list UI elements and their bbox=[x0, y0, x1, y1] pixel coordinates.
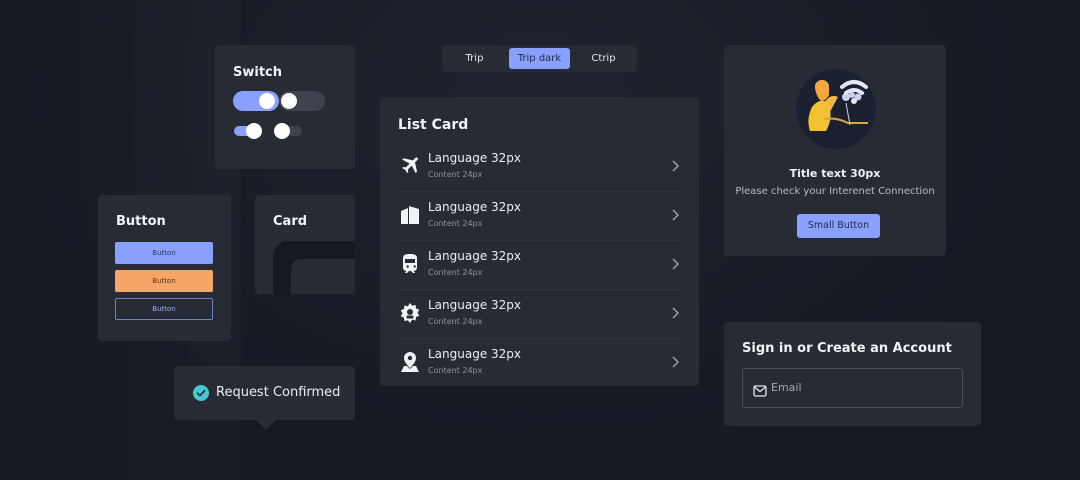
list-card: List Card Language 32px Content 24px Lan… bbox=[380, 97, 699, 386]
button-card: Button Button Button Button bbox=[98, 195, 231, 341]
list-item-title: Language 32px bbox=[428, 200, 522, 214]
list-item-title: Language 32px bbox=[428, 298, 522, 312]
chevron-right-icon bbox=[669, 305, 681, 319]
tab-trip-dark[interactable]: Trip dark bbox=[509, 48, 570, 69]
tab-trip[interactable]: Trip bbox=[446, 48, 503, 69]
outline-button[interactable]: Button bbox=[115, 298, 213, 320]
list-item[interactable]: Language 32px Content 24px bbox=[398, 291, 681, 339]
toast-pointer bbox=[256, 420, 276, 430]
list-item-subtitle: Content 24px bbox=[428, 170, 483, 179]
tab-ctrip[interactable]: Ctrip bbox=[575, 48, 632, 69]
list-item-title: Language 32px bbox=[428, 249, 522, 263]
list-item[interactable]: Language 32px Content 24px bbox=[398, 193, 681, 241]
list-item[interactable]: Language 32px Content 24px bbox=[398, 144, 681, 192]
check-circle-icon bbox=[193, 385, 209, 401]
list-item-subtitle: Content 24px bbox=[428, 268, 483, 277]
segmented-tabs: Trip Trip dark Ctrip bbox=[442, 45, 637, 72]
empty-state-title: Title text 30px bbox=[789, 167, 881, 180]
list-item-subtitle: Content 24px bbox=[428, 366, 483, 375]
switch-card-title: Switch bbox=[233, 65, 283, 80]
chevron-right-icon bbox=[669, 158, 681, 172]
card-demo-title: Card bbox=[273, 214, 308, 229]
switch-card: Switch bbox=[215, 45, 355, 169]
train-icon bbox=[398, 252, 422, 276]
signin-card: Sign in or Create an Account Email bbox=[724, 322, 981, 426]
airplane-icon bbox=[398, 154, 422, 178]
email-placeholder: Email bbox=[771, 381, 802, 394]
toast-label: Request Confirmed bbox=[216, 385, 341, 400]
primary-button[interactable]: Button bbox=[115, 242, 213, 264]
list-item[interactable]: Language 32px Content 24px bbox=[398, 340, 681, 388]
building-icon bbox=[398, 203, 422, 227]
attraction-icon bbox=[398, 301, 422, 325]
empty-state-card: Title text 30px Please check your Intere… bbox=[724, 45, 946, 256]
email-field[interactable]: Email bbox=[742, 368, 963, 408]
signin-title: Sign in or Create an Account bbox=[742, 341, 952, 356]
list-item-title: Language 32px bbox=[428, 347, 522, 361]
mail-icon bbox=[753, 382, 767, 397]
card-demo-inner-shape bbox=[291, 259, 355, 294]
toast-notification: Request Confirmed bbox=[174, 366, 355, 430]
card-demo: Card bbox=[255, 195, 355, 294]
list-item-subtitle: Content 24px bbox=[428, 219, 483, 228]
chevron-right-icon bbox=[669, 207, 681, 221]
button-card-title: Button bbox=[116, 214, 166, 229]
toggle-small-off[interactable] bbox=[274, 123, 302, 139]
toggle-large-on[interactable] bbox=[233, 91, 279, 111]
small-button[interactable]: Small Button bbox=[797, 214, 880, 238]
list-item[interactable]: Language 32px Content 24px bbox=[398, 242, 681, 290]
toggle-large-off[interactable] bbox=[279, 91, 325, 111]
list-card-title: List Card bbox=[398, 117, 469, 133]
chevron-right-icon bbox=[669, 354, 681, 368]
no-connection-illustration bbox=[794, 67, 878, 151]
toggle-small-on[interactable] bbox=[234, 123, 262, 139]
chevron-right-icon bbox=[669, 256, 681, 270]
empty-state-message: Please check your Interenet Connection bbox=[735, 186, 935, 197]
list-item-subtitle: Content 24px bbox=[428, 317, 483, 326]
map-pin-icon bbox=[398, 350, 422, 374]
orange-button[interactable]: Button bbox=[115, 270, 213, 292]
list-item-title: Language 32px bbox=[428, 151, 522, 165]
